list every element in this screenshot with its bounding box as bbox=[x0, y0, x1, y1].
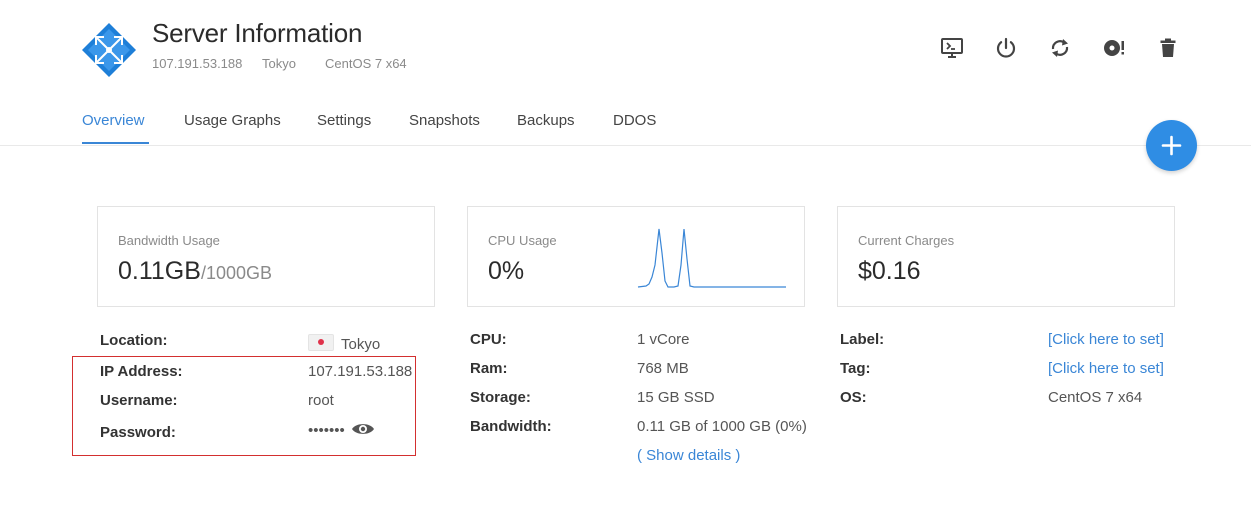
cpu-value: 1 vCore bbox=[637, 331, 690, 348]
os-label: OS: bbox=[840, 389, 867, 406]
bandwidth-used: 0.11GB bbox=[118, 257, 201, 285]
set-tag-link[interactable]: [Click here to set] bbox=[1048, 360, 1164, 377]
cpu-usage-sparkline bbox=[637, 228, 786, 288]
cpu-usage-value: 0% bbox=[488, 257, 525, 285]
storage-label: Storage: bbox=[470, 389, 531, 406]
tab-usage-graphs[interactable]: Usage Graphs bbox=[184, 112, 281, 129]
page-title: Server Information bbox=[152, 18, 363, 48]
bandwidth-usage-card: Bandwidth Usage 0.11GB/1000GB bbox=[97, 206, 435, 307]
active-tab-indicator bbox=[82, 142, 149, 144]
ram-label: Ram: bbox=[470, 360, 508, 377]
credentials-highlight-box bbox=[72, 356, 416, 456]
bandwidth-limit: /1000GB bbox=[200, 263, 272, 283]
storage-value: 15 GB SSD bbox=[637, 389, 715, 406]
server-restart-icon[interactable] bbox=[1048, 36, 1072, 60]
vultr-logo-icon bbox=[82, 23, 136, 77]
header-ip: 107.191.53.188 bbox=[152, 56, 243, 71]
current-charges-card: Current Charges $0.16 bbox=[837, 206, 1175, 307]
location-text: Tokyo bbox=[341, 336, 381, 353]
location-value: Tokyo bbox=[308, 334, 380, 353]
server-console-icon[interactable] bbox=[940, 36, 964, 60]
tab-backups[interactable]: Backups bbox=[517, 112, 575, 129]
add-button[interactable] bbox=[1146, 120, 1197, 171]
plus-icon bbox=[1161, 135, 1182, 156]
set-label-link[interactable]: [Click here to set] bbox=[1048, 331, 1164, 348]
cpu-usage-label: CPU Usage bbox=[488, 233, 557, 248]
server-stop-icon[interactable] bbox=[994, 36, 1018, 60]
header-os: CentOS 7 x64 bbox=[325, 56, 407, 71]
bandwidth-usage-label: Bandwidth Usage bbox=[118, 233, 220, 248]
show-details-link[interactable]: Show details bbox=[646, 447, 731, 464]
bandwidth-value: 0.11 GB of 1000 GB (0%) bbox=[637, 418, 807, 435]
bandwidth-usage-value: 0.11GB/1000GB bbox=[118, 257, 272, 286]
tabs-divider bbox=[0, 145, 1251, 146]
show-details: ( Show details ) bbox=[637, 447, 741, 464]
current-charges-label: Current Charges bbox=[858, 233, 955, 248]
os-value: CentOS 7 x64 bbox=[1048, 389, 1143, 406]
cpu-label: CPU: bbox=[470, 331, 507, 348]
server-destroy-icon[interactable] bbox=[1156, 36, 1180, 60]
tab-snapshots[interactable]: Snapshots bbox=[409, 112, 480, 129]
japan-flag-icon bbox=[308, 334, 334, 351]
location-label: Location: bbox=[100, 332, 168, 349]
current-charges-value: $0.16 bbox=[858, 257, 921, 285]
tab-settings[interactable]: Settings bbox=[317, 112, 371, 129]
tab-ddos[interactable]: DDOS bbox=[613, 112, 656, 129]
header-location: Tokyo bbox=[262, 56, 296, 71]
tag-label: Tag: bbox=[840, 360, 871, 377]
cpu-usage-card: CPU Usage 0% bbox=[467, 206, 805, 307]
server-reinstall-icon[interactable] bbox=[1102, 36, 1126, 60]
tab-overview[interactable]: Overview bbox=[82, 112, 145, 129]
ram-value: 768 MB bbox=[637, 360, 689, 377]
bandwidth-label: Bandwidth: bbox=[470, 418, 552, 435]
label-label: Label: bbox=[840, 331, 885, 348]
